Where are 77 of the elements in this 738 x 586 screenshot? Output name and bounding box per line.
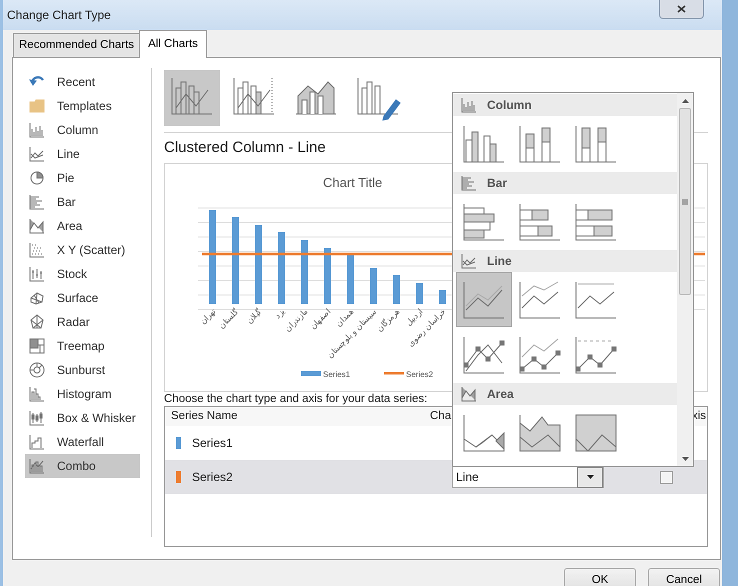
column-bar [324, 248, 331, 304]
sidebar-item[interactable]: Bar [25, 190, 140, 214]
series-row[interactable]: Series1 [165, 426, 707, 460]
sidebar-item[interactable]: Line [25, 142, 140, 166]
chart-subtype-icon [462, 280, 506, 320]
combo-style-option[interactable] [164, 70, 220, 126]
axis-label: تهران [198, 307, 218, 326]
column-bar [301, 240, 308, 304]
tab[interactable]: All Charts [139, 30, 207, 58]
scrollbar-thumb[interactable] [679, 108, 691, 295]
sidebar-item[interactable]: Templates [25, 94, 140, 118]
legend-label: Series2 [406, 370, 434, 379]
chart-title: Chart Title [323, 174, 382, 192]
dialog-button[interactable]: Cancel [648, 568, 720, 586]
sidebar-item[interactable]: Recent [25, 70, 140, 94]
sidebar-item[interactable]: Waterfall [25, 430, 140, 454]
close-icon [677, 5, 686, 13]
series-row[interactable]: Series2 Line [165, 460, 707, 494]
chart-type-dropdown[interactable]: Line [452, 466, 604, 488]
sidebar-item[interactable]: X Y (Scatter) [25, 238, 140, 262]
chart-subtype-icon [462, 124, 506, 164]
chart-subtype-icon [462, 334, 506, 374]
axis-label: گیلان [245, 307, 264, 326]
caret-icon [586, 475, 594, 479]
group-header: Area [453, 383, 677, 405]
chart-subtype-icon [574, 202, 618, 242]
close-button[interactable] [659, 0, 704, 19]
column-bar [370, 268, 377, 304]
chart-subtype-icon [518, 202, 562, 242]
sidebar-item[interactable]: Combo [25, 454, 140, 478]
axis-label: همدان [334, 307, 356, 328]
chart-subtype-icon [574, 412, 618, 452]
checkbox[interactable] [660, 470, 673, 484]
chart-subtype-icon [574, 280, 618, 320]
group-header: Line [453, 250, 677, 272]
sidebar-item[interactable]: Histogram [25, 382, 140, 406]
chart-type-title: Clustered Column - Line [164, 139, 326, 157]
axis-label: اصفهان [308, 307, 332, 332]
axis-label: هرمزگان [375, 307, 402, 334]
sidebar-item[interactable]: Sunburst [25, 358, 140, 382]
group-header: Bar [453, 172, 677, 194]
dropdown-button[interactable] [577, 466, 603, 488]
chart-subtype-icon [574, 334, 618, 374]
dialog-button[interactable]: OK [564, 568, 636, 586]
column-header: Series Name [170, 408, 238, 424]
group-header: Column [453, 94, 677, 116]
scroll-up-icon [682, 99, 688, 103]
chart-subtype-icon [518, 334, 562, 374]
axis-label: یزد [272, 307, 286, 320]
sidebar-item[interactable]: Area [25, 214, 140, 238]
sidebar-item[interactable]: Column [25, 118, 140, 142]
sidebar-item[interactable]: Surface [25, 286, 140, 310]
grip-icon [682, 198, 688, 204]
sidebar-item[interactable]: Treemap [25, 334, 140, 358]
column-bar [347, 255, 354, 304]
axis-label: اردبیل [404, 307, 424, 328]
axis-label: گلستان [217, 307, 240, 330]
chart-subtype-icon [462, 202, 506, 242]
chart-subtype-option[interactable] [456, 272, 512, 327]
instruction-text: Choose the chart type and axis for your data series: [164, 392, 428, 406]
window-title: Change Chart Type [7, 7, 111, 24]
column-bar [439, 290, 446, 304]
column-bar [416, 283, 423, 304]
chart-subtype-icon [518, 124, 562, 164]
tab[interactable]: Recommended Charts [13, 32, 140, 57]
sidebar-item[interactable]: Box & Whisker [25, 406, 140, 430]
sidebar-item[interactable]: Pie [25, 166, 140, 190]
chart-subtype-icon [574, 124, 618, 164]
column-bar [393, 275, 400, 304]
chart-subtype-icon [462, 412, 506, 452]
sidebar-item[interactable]: Radar [25, 310, 140, 334]
column-bar [278, 232, 285, 304]
sidebar-item[interactable]: Stock [25, 262, 140, 286]
column-header: Cha [430, 408, 452, 424]
legend-label: Series1 [323, 370, 350, 379]
chart-subtype-icon [518, 412, 562, 452]
chart-subtype-icon [518, 280, 562, 320]
